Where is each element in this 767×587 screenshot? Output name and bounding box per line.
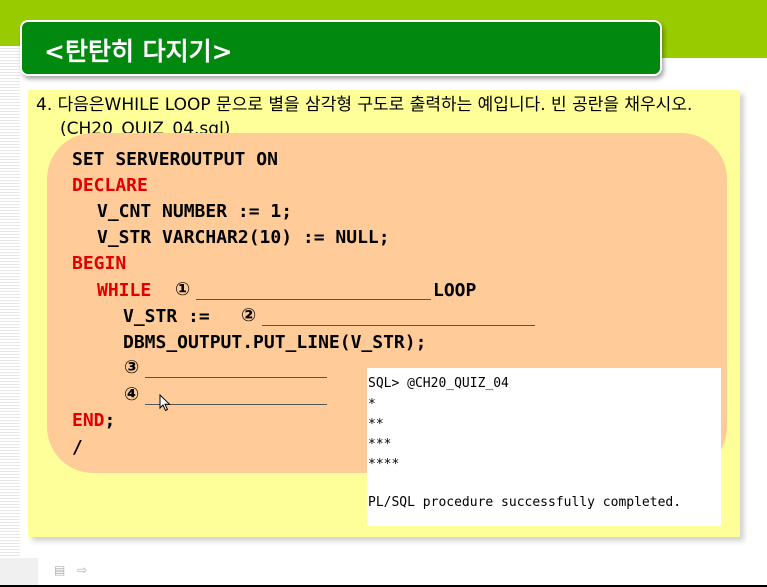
code-line-v-str: V_STR VARCHAR2(10) := NULL; bbox=[97, 227, 390, 248]
left-stripe-decoration bbox=[0, 46, 20, 587]
slide-nav-menu-icon[interactable]: ▤ bbox=[54, 563, 65, 577]
code-line-put-line: DBMS_OUTPUT.PUT_LINE(V_STR); bbox=[123, 332, 427, 353]
blank-2-line bbox=[262, 325, 535, 326]
blank-1-line bbox=[196, 299, 431, 300]
slide-nav-arrow-icon[interactable]: ⇨ bbox=[77, 563, 87, 577]
right-green-band bbox=[660, 46, 767, 58]
slide-title-bar: <탄탄히 다지기> bbox=[20, 20, 662, 76]
code-keyword-declare: DECLARE bbox=[72, 175, 148, 196]
console-line: SQL> @CH20_QUIZ_04 bbox=[368, 376, 509, 391]
console-line: *** bbox=[368, 437, 392, 452]
code-end-semicolon: ; bbox=[104, 410, 116, 431]
console-line: PL/SQL procedure successfully completed. bbox=[368, 495, 682, 510]
code-line-slash: / bbox=[72, 437, 83, 458]
code-keyword-end: END bbox=[72, 410, 105, 431]
blank-2-marker: ② bbox=[241, 305, 257, 326]
code-line-end: END; bbox=[72, 410, 115, 431]
blank-3-line bbox=[145, 377, 327, 378]
blank-3-marker: ③ bbox=[124, 357, 140, 378]
bottom-left-decoration bbox=[0, 558, 38, 585]
sqlplus-output-window: SQL> @CH20_QUIZ_04 * ** *** **** PL/SQL … bbox=[367, 368, 721, 526]
code-keyword-loop: LOOP bbox=[433, 280, 477, 301]
slide-title: <탄탄히 다지기> bbox=[44, 37, 233, 66]
console-line: * bbox=[368, 397, 376, 412]
code-keyword-begin: BEGIN bbox=[72, 253, 127, 274]
console-line: ** bbox=[368, 417, 384, 432]
blank-4-marker: ④ bbox=[124, 384, 140, 405]
code-line-set-serveroutput: SET SERVEROUTPUT ON bbox=[72, 149, 278, 170]
blank-1-marker: ① bbox=[175, 279, 191, 300]
code-line-v-cnt: V_CNT NUMBER := 1; bbox=[97, 201, 293, 222]
blank-4-line bbox=[145, 404, 327, 405]
code-keyword-while: WHILE bbox=[97, 280, 152, 301]
mouse-pointer-icon bbox=[159, 393, 171, 416]
slide-nav[interactable]: ▤ ⇨ bbox=[54, 563, 87, 577]
console-line: **** bbox=[368, 457, 400, 472]
code-line-v-str-assign: V_STR := bbox=[123, 306, 221, 327]
